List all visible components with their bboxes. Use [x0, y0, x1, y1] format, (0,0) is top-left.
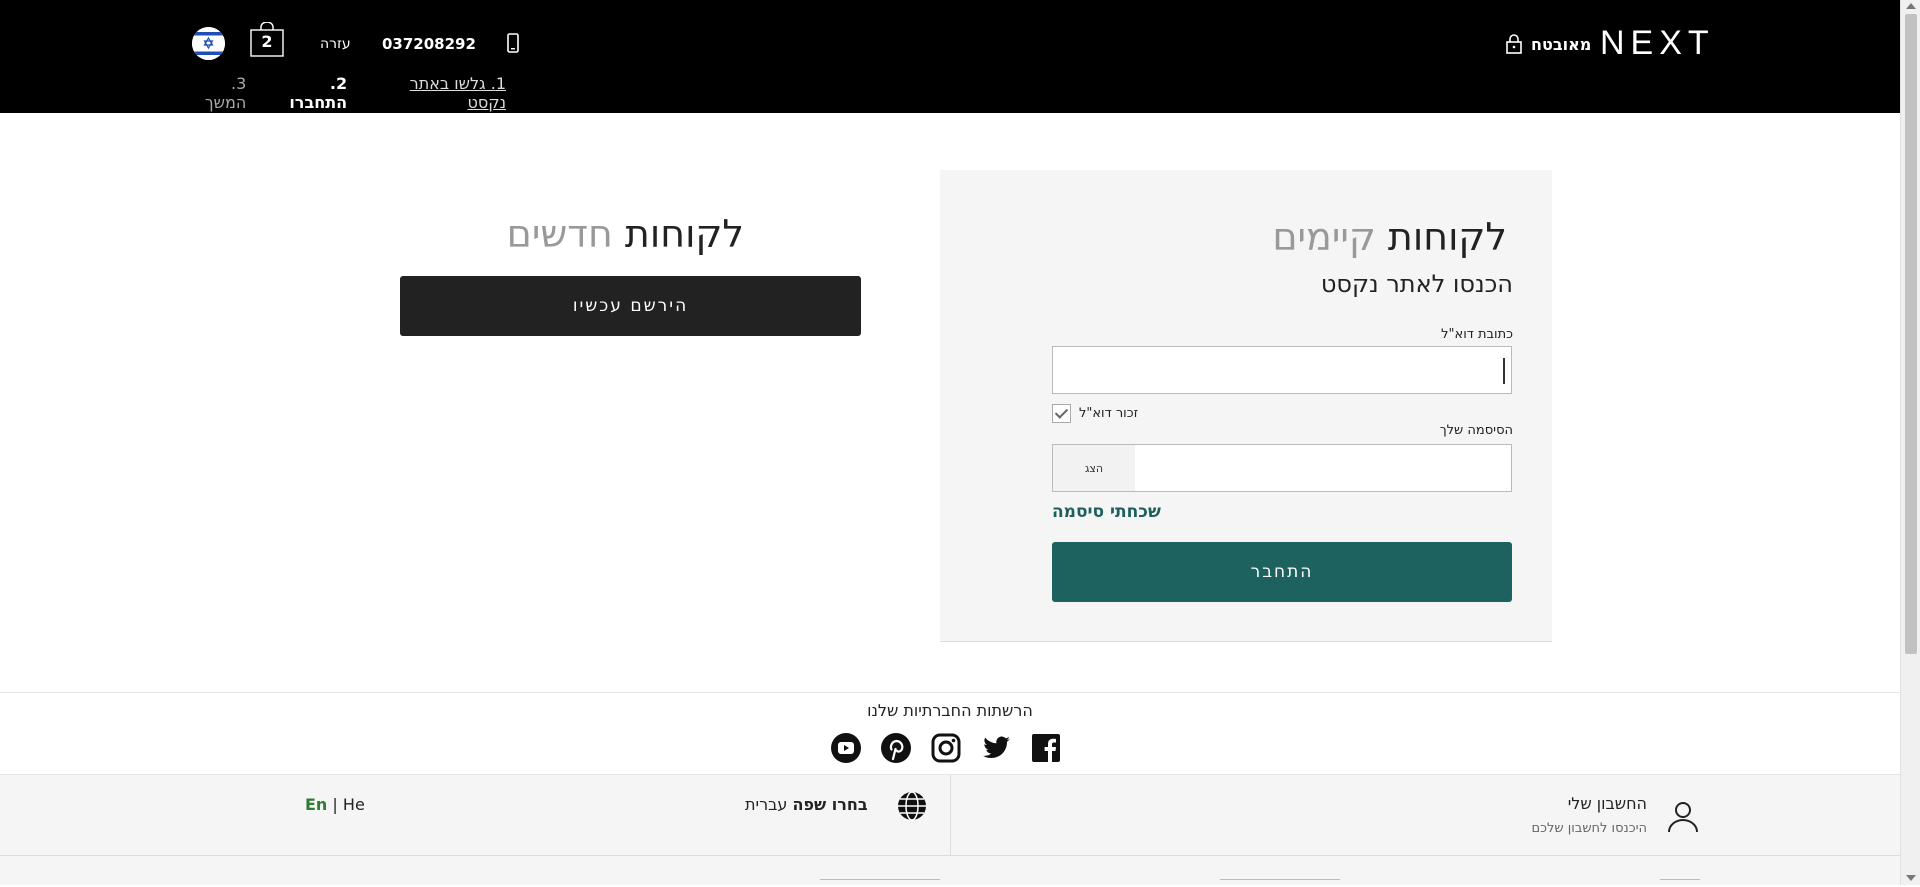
footer-divider: [0, 855, 1900, 856]
forgot-password-link[interactable]: שכחתי סיסמה: [1052, 502, 1161, 522]
step-continue: 3. המשך: [205, 74, 247, 112]
email-label: כתובת דוא"ל: [1441, 327, 1513, 342]
help-link[interactable]: עזרה: [320, 36, 351, 52]
login-button[interactable]: התחבר: [1052, 542, 1512, 602]
title-light-word: קיימים: [1272, 215, 1376, 259]
bag-count: 2: [261, 32, 273, 51]
remember-email-label[interactable]: זכור דוא"ל: [1079, 406, 1138, 421]
language-label: בחרו שפה עברית: [745, 795, 868, 814]
secure-label: מאובטח: [1531, 34, 1592, 54]
login-subtitle: הכנסו לאתר נקסט: [1320, 270, 1513, 298]
site-footer: החשבון שלי היכנסו לחשבון שלכם בחרו שפה ע…: [0, 774, 1900, 885]
instagram-icon[interactable]: [930, 732, 962, 764]
account-icon[interactable]: [1666, 799, 1700, 833]
email-field[interactable]: [1052, 346, 1512, 394]
choose-language-text: בחרו שפה: [792, 795, 868, 814]
footer-link-stub: [1660, 879, 1700, 887]
new-title-light-word: חדשים: [506, 212, 613, 256]
footer-link-stub: [1220, 879, 1340, 887]
phone-number[interactable]: 037208292: [382, 35, 476, 53]
section-divider: [0, 692, 1900, 693]
password-label: הסיסמה שלך: [1439, 423, 1513, 438]
youtube-icon[interactable]: [830, 732, 862, 764]
next-logo[interactable]: NEXT: [1600, 24, 1715, 63]
social-title: הרשתות החברתיות שלנו: [867, 701, 1033, 720]
lock-icon: [1506, 34, 1522, 54]
new-customers-title: לקוחות חדשים: [400, 212, 744, 256]
globe-icon: [898, 791, 926, 821]
password-field[interactable]: הצג: [1052, 444, 1512, 492]
scroll-down-arrow-icon[interactable]: [1906, 875, 1916, 881]
phone-icon: [507, 33, 519, 53]
new-title-dark-word: לקוחות: [624, 212, 744, 256]
existing-customers-title: לקוחות קיימים: [1272, 215, 1507, 259]
israel-flag-icon[interactable]: [192, 27, 225, 60]
lang-he-link[interactable]: He: [343, 795, 365, 814]
scroll-thumb[interactable]: [1905, 14, 1917, 654]
secure-indicator: מאובטח: [1505, 34, 1591, 54]
lang-separator: |: [332, 795, 338, 814]
social-links: [830, 732, 1062, 764]
scroll-up-arrow-icon[interactable]: [1906, 3, 1916, 9]
title-dark-word: לקוחות: [1387, 215, 1507, 259]
footer-link-stub: [820, 879, 940, 887]
lang-en-link[interactable]: En: [305, 795, 327, 814]
current-language-text: עברית: [745, 795, 788, 814]
language-switcher: En | He: [305, 795, 365, 814]
existing-customers-panel: לקוחות קיימים הכנסו לאתר נקסט כתובת דוא"…: [940, 170, 1552, 642]
footer-separator: [950, 775, 951, 855]
pinterest-icon[interactable]: [880, 732, 912, 764]
vertical-scrollbar[interactable]: [1900, 0, 1920, 885]
my-account-subtitle[interactable]: היכנסו לחשבון שלכם: [1531, 821, 1647, 836]
twitter-icon[interactable]: [980, 732, 1012, 764]
my-account-title[interactable]: החשבון שלי: [1568, 794, 1647, 813]
step-browse[interactable]: 1. גלשו באתר נקסט: [369, 74, 506, 112]
text-caret: [1503, 358, 1505, 384]
remember-email-checkbox[interactable]: [1052, 404, 1071, 423]
facebook-icon[interactable]: [1030, 732, 1062, 764]
checkout-steps: 1. גלשו באתר נקסט 2. התחברו 3. המשך: [186, 74, 506, 112]
show-password-button[interactable]: הצג: [1053, 445, 1135, 491]
remember-email-row[interactable]: זכור דוא"ל: [1052, 404, 1138, 423]
step-login: 2. התחברו: [289, 74, 348, 112]
site-header: NEXT מאובטח 037208292 עזרה 2 1. גלשו באת…: [0, 0, 1900, 113]
register-button[interactable]: הירשם עכשיו: [400, 276, 861, 336]
